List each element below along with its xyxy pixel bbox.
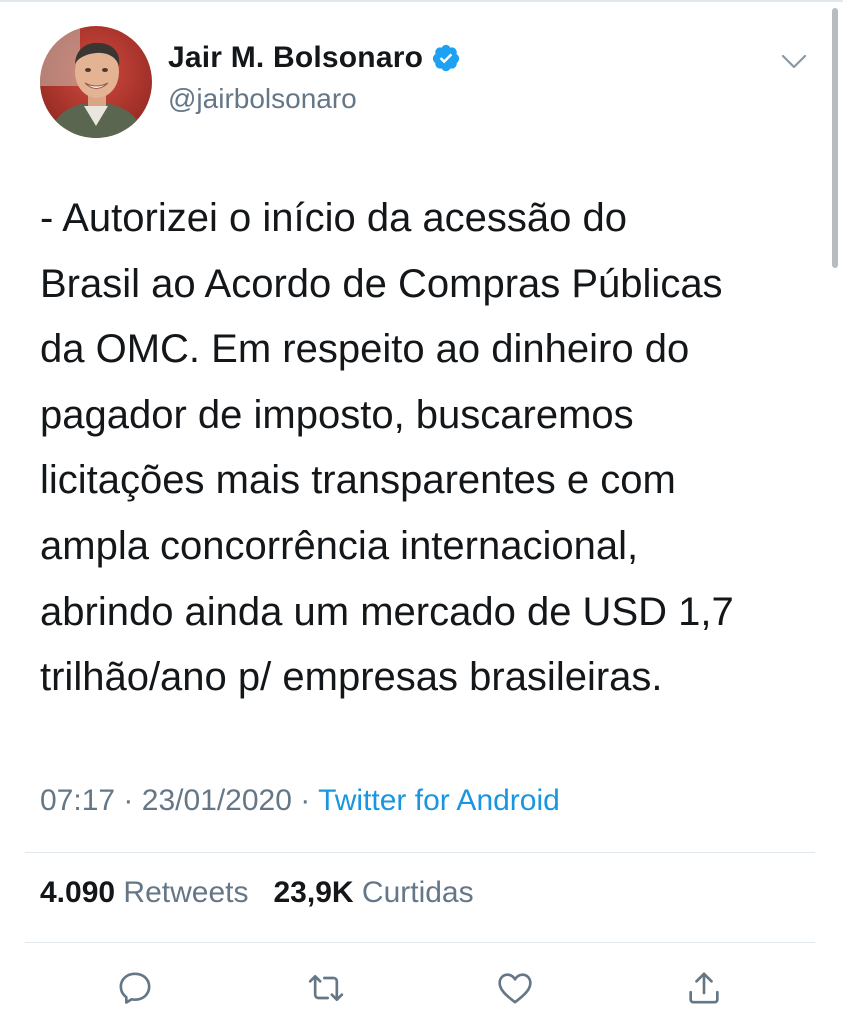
retweets-label: Retweets <box>123 876 249 909</box>
tweet-source-link[interactable]: Twitter for Android <box>318 784 560 817</box>
retweets-count: 4.090 <box>40 876 116 909</box>
meta-separator: · <box>300 784 311 817</box>
name-row[interactable]: Jair M. Bolsonaro <box>168 41 461 75</box>
tweet-date: 23/01/2020 <box>141 784 292 817</box>
likes-count: 23,9K <box>273 876 354 909</box>
divider <box>25 852 815 853</box>
tweet-text: - Autorizei o início da acessão do Brasi… <box>40 196 734 700</box>
profile-photo-icon <box>40 26 152 138</box>
likes-stat[interactable]: 23,9K Curtidas <box>274 876 474 909</box>
share-icon <box>689 972 719 1004</box>
retweet-icon <box>308 975 344 1001</box>
display-name[interactable]: Jair M. Bolsonaro <box>168 41 423 75</box>
tweet-meta: 07:17 · 23/01/2020 · Twitter for Android <box>40 784 560 818</box>
action-bar <box>0 958 843 1018</box>
tweet-header: Jair M. Bolsonaro @jairbolsonaro <box>40 26 810 138</box>
tweet-time: 07:17 <box>40 784 116 817</box>
verified-badge-icon <box>432 44 460 72</box>
handle[interactable]: @jairbolsonaro <box>168 83 357 115</box>
reply-button[interactable] <box>105 958 165 1018</box>
retweet-button[interactable] <box>296 958 356 1018</box>
retweets-stat[interactable]: 4.090 Retweets <box>40 876 248 909</box>
tweet-stats: 4.090 Retweets 23,9K Curtidas <box>40 876 474 910</box>
reply-icon <box>119 972 151 1004</box>
meta-separator: · <box>123 784 134 817</box>
scrollbar[interactable] <box>832 8 838 268</box>
divider <box>25 942 815 943</box>
like-button[interactable] <box>485 958 545 1018</box>
top-border <box>0 0 843 2</box>
avatar[interactable] <box>40 26 152 138</box>
likes-label: Curtidas <box>361 876 474 909</box>
share-button[interactable] <box>674 958 734 1018</box>
heart-icon <box>498 973 532 1004</box>
chevron-down-icon[interactable] <box>780 52 808 72</box>
